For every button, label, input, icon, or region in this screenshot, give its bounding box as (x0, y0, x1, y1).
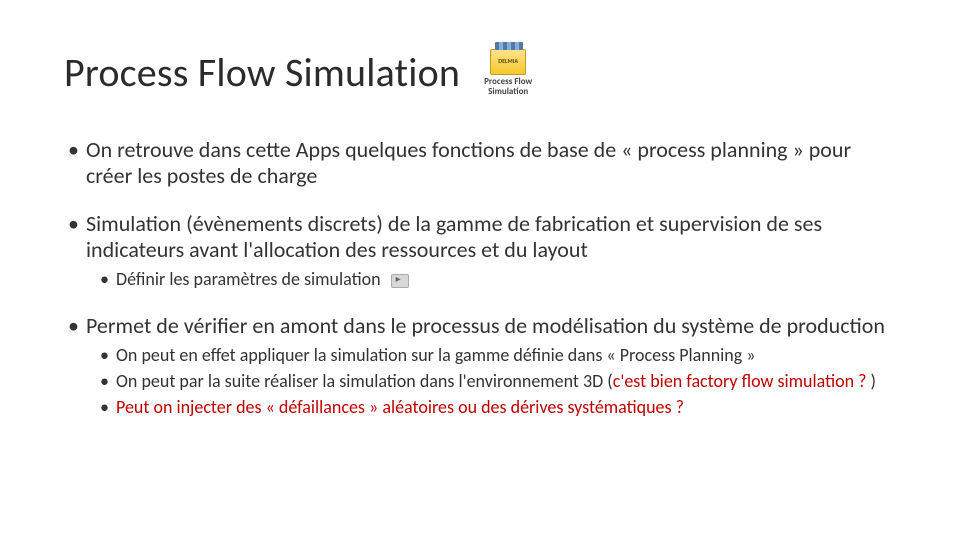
sub-text-suffix: ) (866, 370, 876, 392)
sub-item: On peut par la suite réaliser la simulat… (86, 371, 896, 393)
sub-text-red: Peut on injecter des « défaillances » al… (116, 396, 684, 418)
sub-item: Peut on injecter des « défaillances » al… (86, 397, 896, 419)
bullet-text: Simulation (évènements discrets) de la g… (86, 210, 822, 263)
sub-item: On peut en effet appliquer la simulation… (86, 345, 896, 367)
simulation-params-icon (391, 274, 409, 288)
sub-list: On peut en effet appliquer la simulation… (86, 345, 896, 419)
title-row: Process Flow Simulation DELMIA Process F… (64, 48, 896, 97)
bullet-item: On retrouve dans cette Apps quelques fon… (64, 137, 896, 189)
bullet-list: On retrouve dans cette Apps quelques fon… (64, 137, 896, 419)
sub-item: Définir les paramètres de simulation (86, 269, 896, 291)
sub-list: Définir les paramètres de simulation (86, 269, 896, 291)
sub-text-prefix: On peut par la suite réaliser la simulat… (116, 370, 613, 392)
sub-text: Définir les paramètres de simulation (116, 268, 381, 290)
bullet-text: Permet de vérifier en amont dans le proc… (86, 312, 885, 339)
app-badge: DELMIA Process Flow Simulation (484, 49, 532, 97)
bullet-text: On retrouve dans cette Apps quelques fon… (86, 136, 851, 189)
sub-text: On peut en effet appliquer la simulation… (116, 344, 756, 366)
bullet-item: Simulation (évènements discrets) de la g… (64, 211, 896, 291)
slide-title: Process Flow Simulation (64, 48, 460, 97)
badge-line2: Simulation (488, 87, 528, 97)
delmia-app-icon: DELMIA (490, 49, 526, 75)
sub-text-red: c'est bien factory flow simulation ? (613, 370, 867, 392)
bullet-item: Permet de vérifier en amont dans le proc… (64, 313, 896, 419)
